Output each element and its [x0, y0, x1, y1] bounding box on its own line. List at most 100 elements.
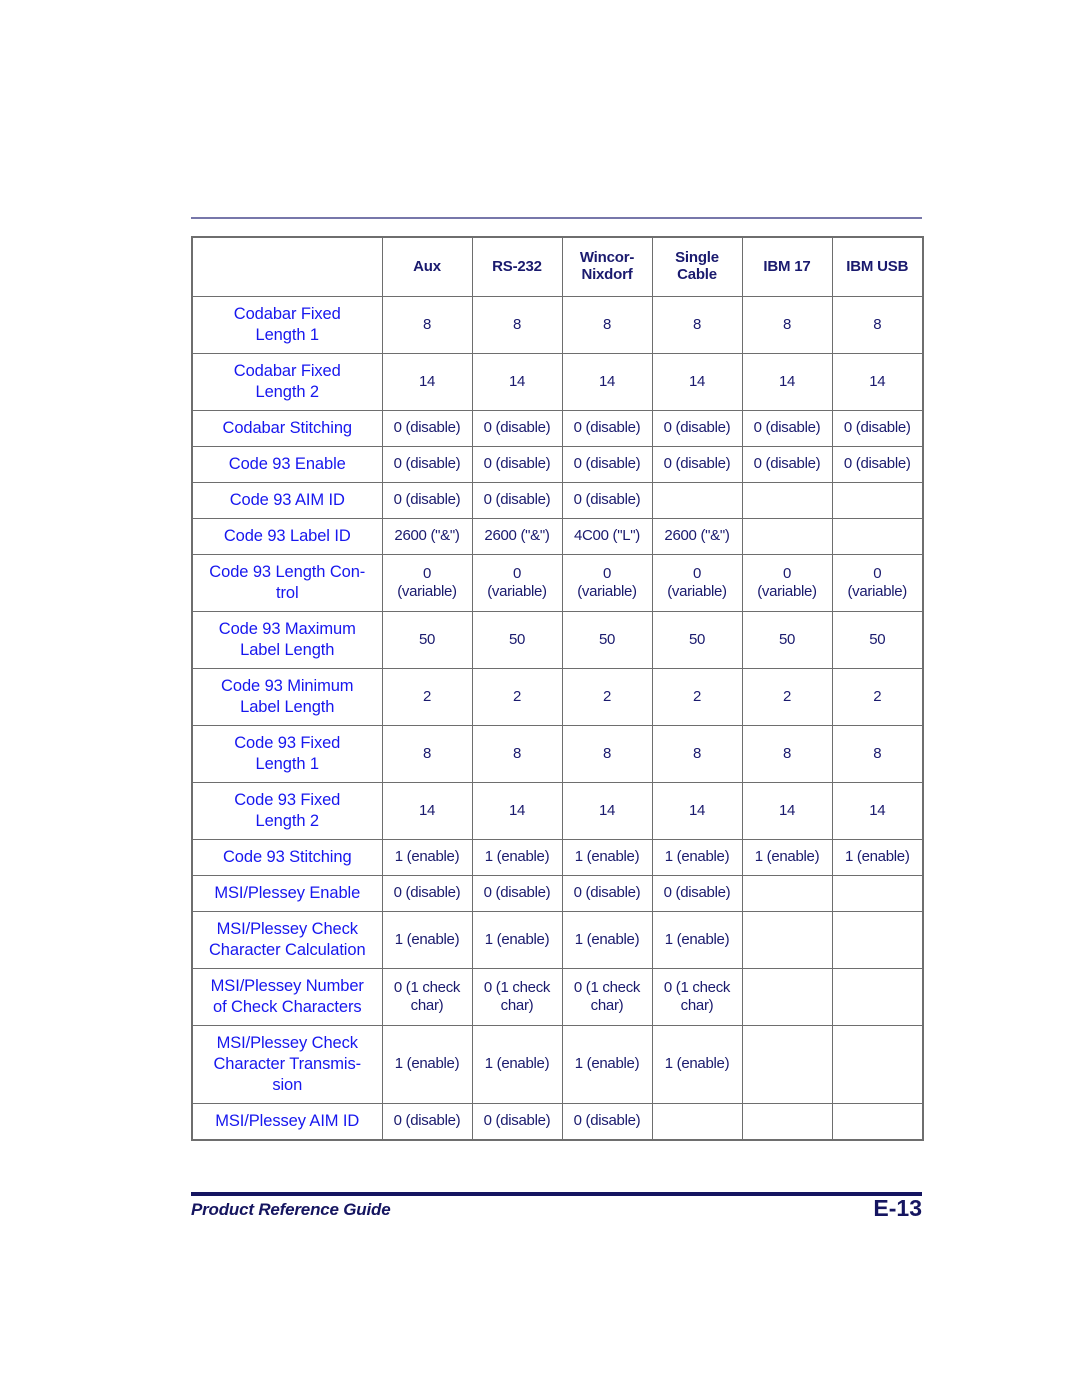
cell-single-cable: 0 (variable) [651, 554, 743, 612]
row-label: Codabar Fixed Length 2 [191, 353, 383, 411]
page-number: E-13 [873, 1195, 922, 1221]
row-label-line1: MSI/Plessey Number [210, 976, 364, 995]
cell-ibm-17 [741, 482, 833, 519]
cell-ibm-usb [831, 1103, 924, 1141]
cell-single-cable: 0 (disable) [651, 410, 743, 447]
cell-ibm-17: 8 [741, 725, 833, 783]
cell-aux: 8 [381, 296, 473, 354]
cell-ibm-usb: 14 [831, 782, 924, 840]
cell-ibm-17: 14 [741, 353, 833, 411]
row-label: Code 93 Enable [191, 446, 383, 483]
cell-wincor-nixdorf: 4C00 ("L") [561, 518, 653, 555]
row-label-line2: Length 2 [255, 812, 320, 830]
cell-aux: 50 [381, 611, 473, 669]
cell-wincor-nixdorf: 0 (1 check char) [561, 968, 653, 1026]
cell-aux: 0 (disable) [381, 446, 473, 483]
table-row: Code 93 Fixed Length 1 8 8 8 8 8 8 [191, 725, 924, 783]
cell-single-cable: 14 [651, 782, 743, 840]
table-header-row: Aux RS-232 Wincor- Nixdorf Single Cable … [191, 236, 924, 297]
cell-rs232: 2 [471, 668, 563, 726]
cell-rs232: 0 (1 check char) [471, 968, 563, 1026]
cell-rs232: 14 [471, 353, 563, 411]
cell-wincor-nixdorf: 0 (disable) [561, 875, 653, 912]
cell-ibm-usb [831, 1025, 924, 1104]
cell-single-cable [651, 1103, 743, 1141]
row-label-line1: Code 93 Maximum [218, 619, 356, 638]
cell-aux: 1 (enable) [381, 1025, 473, 1104]
cell-ibm-usb: 0 (disable) [831, 446, 924, 483]
row-label-line2: Label Length [240, 641, 335, 659]
cell-rs232: 0 (disable) [471, 410, 563, 447]
table-row: Code 93 Minimum Label Length 2 2 2 2 2 2 [191, 668, 924, 726]
cell-wincor-nixdorf: 0 (disable) [561, 482, 653, 519]
cell-single-cable: 8 [651, 725, 743, 783]
cell-ibm-usb [831, 911, 924, 969]
cell-ibm-17 [741, 875, 833, 912]
cell-aux: 0 (1 check char) [381, 968, 473, 1026]
column-header-single-cable-line2: Cable [677, 266, 717, 283]
cell-single-cable: 0 (disable) [651, 446, 743, 483]
footer-title: Product Reference Guide [191, 1200, 391, 1219]
row-label-line2: trol [275, 584, 299, 602]
cell-ibm-17 [741, 1025, 833, 1104]
row-label-line1: Code 93 Fixed [234, 733, 341, 752]
cell-rs232: 1 (enable) [471, 839, 563, 876]
column-header-wincor-nixdorf: Wincor- Nixdorf [561, 236, 653, 297]
row-label-line2: Length 2 [255, 383, 320, 401]
row-label: MSI/Plessey Check Character Transmis- si… [191, 1025, 383, 1104]
table-body: Codabar Fixed Length 1 8 8 8 8 8 8 Codab… [191, 296, 924, 1141]
table-row: Code 93 Stitching 1 (enable) 1 (enable) … [191, 839, 924, 876]
row-label: Code 93 Label ID [191, 518, 383, 555]
table-row: Code 93 AIM ID 0 (disable) 0 (disable) 0… [191, 482, 924, 519]
cell-ibm-17: 1 (enable) [741, 839, 833, 876]
row-label-line1: Code 93 Fixed [234, 790, 341, 809]
table-row: Code 93 Maximum Label Length 50 50 50 50… [191, 611, 924, 669]
cell-single-cable: 8 [651, 296, 743, 354]
cell-ibm-17 [741, 911, 833, 969]
cell-rs232: 0 (variable) [471, 554, 563, 612]
cell-single-cable: 0 (disable) [651, 875, 743, 912]
column-header-ibm-usb: IBM USB [831, 236, 924, 297]
row-label: MSI/Plessey Enable [191, 875, 383, 912]
row-label-line1: MSI/Plessey Check [216, 919, 358, 938]
cell-aux: 8 [381, 725, 473, 783]
row-label: Code 93 Maximum Label Length [191, 611, 383, 669]
row-label: MSI/Plessey Check Character Calculation [191, 911, 383, 969]
column-header-parameter [191, 236, 383, 297]
cell-ibm-usb [831, 968, 924, 1026]
row-label: Code 93 Fixed Length 2 [191, 782, 383, 840]
table-row: Code 93 Label ID 2600 ("&") 2600 ("&") 4… [191, 518, 924, 555]
table-row: Code 93 Enable 0 (disable) 0 (disable) 0… [191, 446, 924, 483]
cell-wincor-nixdorf: 2 [561, 668, 653, 726]
row-label: Code 93 AIM ID [191, 482, 383, 519]
document-page: Aux RS-232 Wincor- Nixdorf Single Cable … [0, 0, 1080, 1397]
cell-ibm-usb: 50 [831, 611, 924, 669]
cell-wincor-nixdorf: 1 (enable) [561, 1025, 653, 1104]
table-row: Codabar Stitching 0 (disable) 0 (disable… [191, 410, 924, 447]
cell-single-cable: 50 [651, 611, 743, 669]
cell-ibm-17: 50 [741, 611, 833, 669]
cell-aux: 0 (disable) [381, 1103, 473, 1141]
table-row: Codabar Fixed Length 1 8 8 8 8 8 8 [191, 296, 924, 354]
cell-rs232: 0 (disable) [471, 875, 563, 912]
cell-aux: 2 [381, 668, 473, 726]
row-label-line3: sion [272, 1076, 303, 1095]
table-row: Codabar Fixed Length 2 14 14 14 14 14 14 [191, 353, 924, 411]
cell-ibm-usb: 2 [831, 668, 924, 726]
cell-rs232: 0 (disable) [471, 446, 563, 483]
cell-aux: 1 (enable) [381, 839, 473, 876]
cell-ibm-usb [831, 518, 924, 555]
cell-ibm-17: 0 (variable) [741, 554, 833, 612]
table-row: MSI/Plessey Check Character Transmis- si… [191, 1025, 924, 1104]
cell-aux: 0 (disable) [381, 410, 473, 447]
cell-ibm-usb: 0 (variable) [831, 554, 924, 612]
cell-rs232: 8 [471, 296, 563, 354]
column-header-rs232: RS-232 [471, 236, 563, 297]
cell-wincor-nixdorf: 50 [561, 611, 653, 669]
cell-single-cable [651, 482, 743, 519]
row-label: Code 93 Minimum Label Length [191, 668, 383, 726]
cell-ibm-17 [741, 1103, 833, 1141]
row-label-line2: Length 1 [255, 326, 320, 344]
row-label: Codabar Fixed Length 1 [191, 296, 383, 354]
column-header-single-cable-line1: Single [675, 249, 719, 267]
